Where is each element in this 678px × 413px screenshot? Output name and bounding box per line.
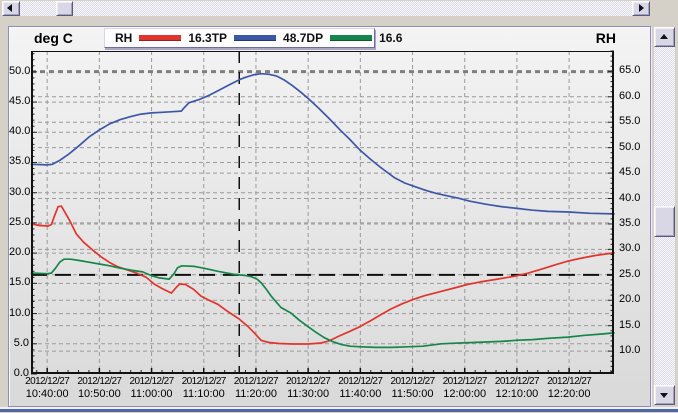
scroll-left-button[interactable]	[2, 1, 20, 16]
x-axis-date-label: 2012/12/27	[234, 376, 278, 388]
right-axis-tick-label: 35.0	[619, 218, 640, 229]
x-axis-tick-label: 2012/12/2711:20:00	[234, 376, 278, 401]
x-axis-time-label: 12:20:00	[547, 388, 591, 401]
x-axis-date-label: 2012/12/27	[495, 376, 539, 388]
x-axis-time-label: 12:10:00	[495, 388, 539, 401]
x-axis-tick-label: 2012/12/2710:40:00	[25, 376, 69, 401]
arrow-up-icon	[660, 34, 668, 39]
left-axis-tick-label: 40.0	[9, 126, 29, 137]
x-axis-tick-label: 2012/12/2711:30:00	[286, 376, 330, 401]
app-window: deg C RH RH 16.3 TP 48.7 DP 16.6 50.0 45.…	[0, 0, 678, 413]
x-axis-date-label: 2012/12/27	[130, 376, 174, 388]
legend-item-tp: TP 48.7	[212, 31, 307, 45]
left-axis-tick-label: 10.0	[9, 308, 29, 319]
horizontal-scrollbar-thumb[interactable]	[56, 1, 73, 16]
left-axis-tick-label: 15.0	[9, 277, 29, 288]
legend-label-dp: DP	[306, 31, 323, 45]
scroll-right-button[interactable]	[632, 1, 650, 16]
right-axis-tick-label: 25.0	[619, 269, 640, 280]
left-axis-tick-label: 50.0	[9, 66, 29, 77]
x-axis-date-label: 2012/12/27	[77, 376, 121, 388]
right-axis-tick-label: 50.0	[619, 142, 640, 153]
x-axis-tick-label: 2012/12/2711:10:00	[182, 376, 226, 401]
left-axis-tick-label: 5.0	[9, 338, 29, 349]
right-axis-tick-label: 45.0	[619, 167, 640, 178]
legend-label-rh: RH	[115, 31, 132, 45]
x-axis-tick-label: 2012/12/2712:00:00	[443, 376, 487, 401]
x-axis-date-label: 2012/12/27	[25, 376, 69, 388]
chart-svg[interactable]	[31, 51, 614, 374]
x-axis-date-label: 2012/12/27	[338, 376, 382, 388]
right-axis-tick-label: 60.0	[619, 91, 640, 102]
scroll-down-button[interactable]	[654, 385, 675, 405]
rh-series-swatch-icon	[139, 35, 181, 41]
legend-item-dp: DP 16.6	[306, 31, 402, 45]
x-axis-date-label: 2012/12/27	[286, 376, 330, 388]
arrow-down-icon	[660, 393, 668, 398]
horizontal-scrollbar-track[interactable]	[20, 1, 632, 16]
legend-value-tp: 48.7	[283, 31, 306, 45]
scroll-up-button[interactable]	[654, 27, 675, 47]
x-axis-time-label: 11:10:00	[182, 388, 226, 401]
x-axis-time-label: 11:20:00	[234, 388, 278, 401]
x-axis-tick-label: 2012/12/2712:20:00	[547, 376, 591, 401]
x-axis-time-label: 10:40:00	[25, 388, 69, 401]
bottom-divider-rule	[0, 409, 678, 412]
right-axis-tick-label: 15.0	[619, 320, 640, 331]
x-axis-date-label: 2012/12/27	[182, 376, 226, 388]
tp-series-swatch-icon	[234, 35, 276, 41]
x-axis-date-label: 2012/12/27	[391, 376, 435, 388]
right-axis-title: RH	[596, 30, 616, 46]
x-axis-tick-label: 2012/12/2711:00:00	[130, 376, 174, 401]
x-axis-tick-label: 2012/12/2711:40:00	[338, 376, 382, 401]
x-axis-time-label: 11:30:00	[286, 388, 330, 401]
vertical-scrollbar[interactable]	[654, 27, 675, 405]
x-axis-tick-label: 2012/12/2712:10:00	[495, 376, 539, 401]
x-axis-date-label: 2012/12/27	[547, 376, 591, 388]
x-axis-time-label: 11:50:00	[391, 388, 435, 401]
left-axis-tick-label: 30.0	[9, 187, 29, 198]
dp-series-swatch-icon	[330, 35, 372, 41]
x-axis-time-label: 11:00:00	[130, 388, 174, 401]
x-axis-time-label: 12:00:00	[443, 388, 487, 401]
chart-panel: deg C RH RH 16.3 TP 48.7 DP 16.6 50.0 45.…	[8, 26, 651, 407]
x-axis-time-label: 11:40:00	[338, 388, 382, 401]
x-axis-time-label: 10:50:00	[77, 388, 121, 401]
left-axis-tick-label: 45.0	[9, 96, 29, 107]
arrow-left-icon	[7, 4, 12, 12]
left-axis-title: deg C	[34, 30, 73, 46]
left-axis-tick-label: 20.0	[9, 247, 29, 258]
legend-box: RH 16.3 TP 48.7 DP 16.6	[104, 28, 375, 48]
legend-item-rh: RH 16.3	[115, 31, 212, 45]
right-axis-tick-label: 40.0	[619, 193, 640, 204]
left-axis-tick-label: 25.0	[9, 217, 29, 228]
x-axis-date-label: 2012/12/27	[443, 376, 487, 388]
right-axis-tick-label: 30.0	[619, 243, 640, 254]
right-axis-tick-label: 55.0	[619, 116, 640, 127]
x-axis-tick-label: 2012/12/2711:50:00	[391, 376, 435, 401]
legend-value-rh: 16.3	[188, 31, 211, 45]
left-axis-tick-label: 35.0	[9, 156, 29, 167]
x-axis-tick-label: 2012/12/2710:50:00	[77, 376, 121, 401]
right-axis-tick-label: 10.0	[619, 345, 640, 356]
vertical-scrollbar-thumb[interactable]	[654, 206, 675, 237]
right-axis-tick-label: 65.0	[619, 65, 640, 76]
right-axis-tick-label: 20.0	[619, 294, 640, 305]
horizontal-scrollbar[interactable]	[2, 1, 650, 16]
legend-value-dp: 16.6	[379, 31, 402, 45]
arrow-right-icon	[639, 4, 644, 12]
plot-area[interactable]	[31, 51, 614, 374]
legend-label-tp: TP	[212, 31, 227, 45]
